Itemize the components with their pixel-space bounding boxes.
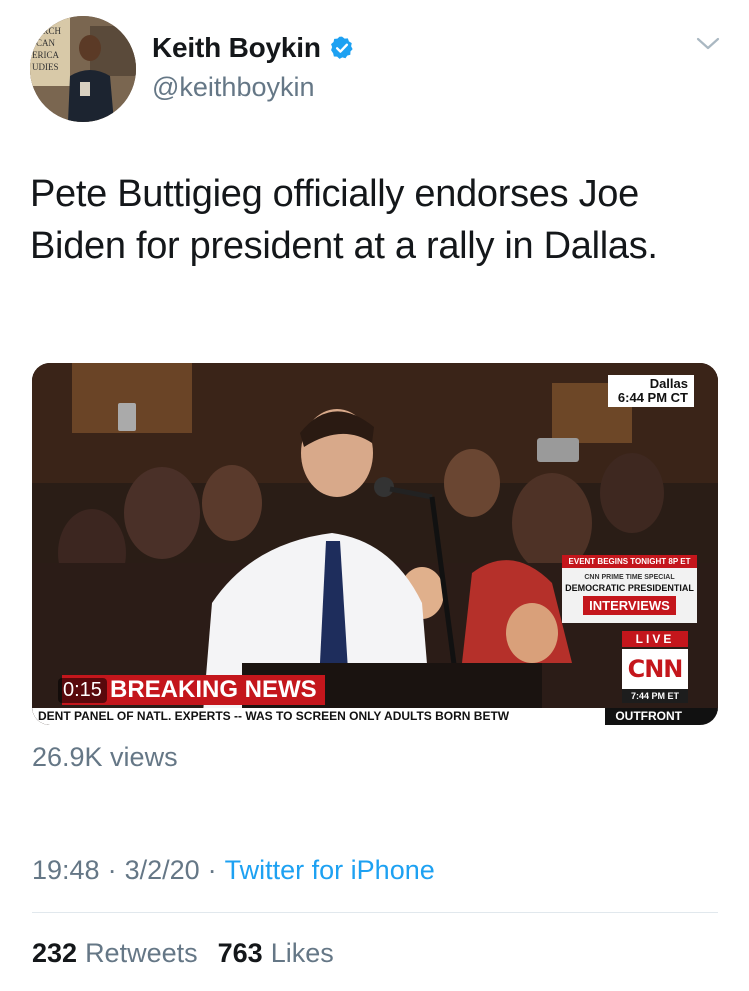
tweet-time[interactable]: 19:48 xyxy=(32,855,100,886)
network-logo-text: CNN xyxy=(627,655,684,683)
tweet-text: Pete Buttigieg officially endorses Joe B… xyxy=(30,173,658,267)
author-name-row[interactable]: Keith Boykin xyxy=(152,32,355,64)
author-handle[interactable]: @keithboykin xyxy=(152,72,315,103)
tweet-date[interactable]: 3/2/20 xyxy=(125,855,200,886)
retweets-count: 232 xyxy=(32,938,78,968)
video-frame xyxy=(32,363,718,725)
likes-stat[interactable]: 763 Likes xyxy=(218,938,346,969)
live-tag: LIVE xyxy=(622,631,688,647)
video-timer: 0:15 xyxy=(58,678,107,703)
promo-graphic: EVENT BEGINS TONIGHT 8P ET CNN PRIME TIM… xyxy=(562,555,697,623)
author-display-name[interactable]: Keith Boykin xyxy=(152,32,321,64)
svg-text:CAN: CAN xyxy=(36,38,56,48)
show-name-label: OUTFRONT xyxy=(605,708,718,725)
network-logo: CNN xyxy=(622,649,688,689)
et-time-label: 7:44 PM ET xyxy=(622,689,688,703)
svg-text:UDIES: UDIES xyxy=(32,62,59,72)
view-count: 26.9K views xyxy=(32,742,178,772)
local-time-label: 6:44 PM CT xyxy=(617,390,688,405)
promo-line-2: DEMOCRATIC PRESIDENTIAL xyxy=(565,583,694,593)
promo-top-label: EVENT BEGINS TONIGHT 8P ET xyxy=(562,555,697,568)
promo-line-1: CNN PRIME TIME SPECIAL xyxy=(584,574,675,581)
meta-separator: · xyxy=(207,855,217,885)
tweet-source-link[interactable]: Twitter for iPhone xyxy=(225,855,435,886)
chevron-down-icon[interactable] xyxy=(694,34,722,54)
verified-badge-icon xyxy=(330,36,353,59)
ticker-text: DENT PANEL OF NATL. EXPERTS -- WAS TO SC… xyxy=(38,709,510,723)
retweets-stat[interactable]: 232 Retweets xyxy=(32,938,210,969)
location-bug: Dallas 6:44 PM CT xyxy=(607,375,694,407)
likes-count: 763 xyxy=(217,938,263,968)
retweets-label: Retweets xyxy=(85,938,198,968)
likes-label: Likes xyxy=(270,938,334,968)
svg-text:ERICA: ERICA xyxy=(32,50,60,60)
avatar-photo: ARCH CAN ERICA UDIES xyxy=(30,16,136,122)
video-player[interactable]: Dallas 6:44 PM CT EVENT BEGINS TONIGHT 8… xyxy=(32,363,718,725)
promo-line-3: INTERVIEWS xyxy=(583,596,676,615)
location-label: Dallas xyxy=(649,376,688,391)
news-ticker: DENT PANEL OF NATL. EXPERTS -- WAS TO SC… xyxy=(32,708,718,725)
meta-separator: · xyxy=(107,855,117,885)
tweet-meta: 19:48 · 3/2/20 · Twitter for iPhone xyxy=(32,855,435,886)
avatar-sign-text: ARCH xyxy=(36,26,62,36)
author-avatar[interactable]: ARCH CAN ERICA UDIES xyxy=(30,16,136,122)
divider xyxy=(32,912,718,913)
tweet-stats: 232 Retweets 763 Likes xyxy=(32,938,346,969)
